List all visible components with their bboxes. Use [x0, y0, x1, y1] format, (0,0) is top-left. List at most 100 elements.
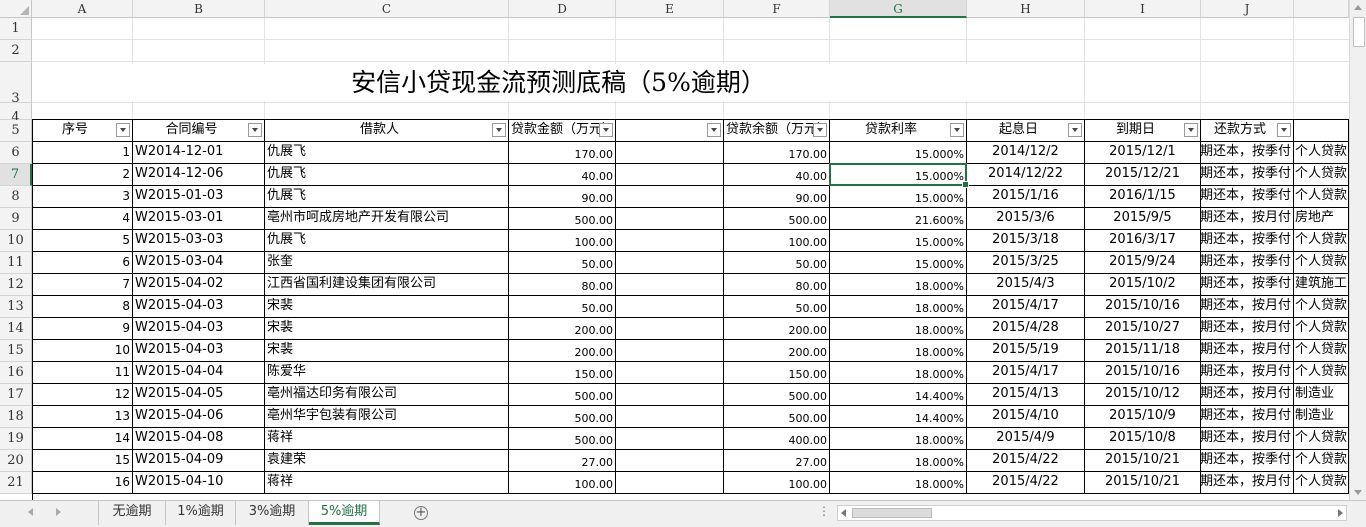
table-cell[interactable]: 27.00	[724, 450, 830, 472]
table-cell[interactable]: 个人贷款	[1294, 252, 1349, 274]
table-cell[interactable]: 100.00	[509, 230, 616, 252]
table-cell[interactable]: 期还本，按月付	[1201, 296, 1294, 318]
table-cell[interactable]: W2014-12-01	[133, 142, 265, 164]
table-cell[interactable]: 个人贷款	[1294, 362, 1349, 384]
column-header-a[interactable]: A	[32, 0, 133, 18]
table-cell[interactable]: 仇展飞	[265, 230, 509, 252]
table-cell[interactable]: 2015/9/5	[1085, 208, 1201, 230]
table-cell[interactable]: 期还本，按月付	[1201, 318, 1294, 340]
table-cell[interactable]: 期还本，按月付	[1201, 472, 1294, 494]
table-cell[interactable]: 制造业	[1294, 406, 1349, 428]
table-cell[interactable]: 亳州华宇包装有限公司	[265, 406, 509, 428]
table-cell[interactable]: 100.00	[724, 472, 830, 494]
table-cell[interactable]	[616, 230, 724, 252]
table-cell[interactable]: 500.00	[724, 406, 830, 428]
table-cell[interactable]: 18.000%	[830, 362, 967, 384]
table-cell[interactable]: 期还本，按季付	[1201, 230, 1294, 252]
table-cell[interactable]	[616, 252, 724, 274]
table-cell[interactable]: 50.00	[724, 296, 830, 318]
column-header-e[interactable]: E	[616, 0, 724, 18]
table-cell[interactable]: W2015-04-04	[133, 362, 265, 384]
table-cell[interactable]: 个人贷款	[1294, 428, 1349, 450]
table-cell[interactable]: 2015/9/24	[1085, 252, 1201, 274]
table-cell[interactable]: 2015/5/19	[967, 340, 1085, 362]
next-sheet-arrow-icon[interactable]	[56, 508, 61, 516]
table-cell[interactable]: 建筑施工	[1294, 274, 1349, 296]
table-cell[interactable]: 500.00	[509, 428, 616, 450]
table-cell[interactable]: 500.00	[724, 384, 830, 406]
spreadsheet-grid[interactable]: A B C D E F G H I J 1 2 3 4 5 6 7 8 9 10 11 12 13 14 15 16 17 18 19 2…	[0, 0, 1349, 500]
table-cell[interactable]: 21.600%	[830, 208, 967, 230]
table-cell[interactable]: 个人贷款	[1294, 164, 1349, 186]
row-header-3[interactable]: 3	[0, 62, 32, 106]
filter-dropdown-icon[interactable]	[492, 123, 506, 137]
table-cell[interactable]: 80.00	[724, 274, 830, 296]
table-cell[interactable]: 150.00	[509, 362, 616, 384]
row-header-1[interactable]: 1	[0, 18, 32, 40]
table-cell[interactable]: 个人贷款	[1294, 142, 1349, 164]
table-cell[interactable]: 2014/12/2	[967, 142, 1085, 164]
table-cell[interactable]: 仇展飞	[265, 164, 509, 186]
table-cell[interactable]: 2015/4/17	[967, 296, 1085, 318]
sheet-tab-3pct-overdue[interactable]: 3%逾期	[236, 501, 309, 525]
table-cell[interactable]: 170.00	[509, 142, 616, 164]
table-cell[interactable]: 陈爱华	[265, 362, 509, 384]
table-cell[interactable]: 2015/3/25	[967, 252, 1085, 274]
select-all-corner[interactable]	[0, 0, 32, 18]
table-cell[interactable]: 期还本，按月付	[1201, 362, 1294, 384]
scroll-down-arrow-icon[interactable]	[1354, 490, 1362, 495]
table-cell[interactable]: 个人贷款	[1294, 318, 1349, 340]
scroll-right-arrow-icon[interactable]	[1338, 509, 1343, 517]
sheet-tab-5pct-overdue[interactable]: 5%逾期	[309, 501, 380, 525]
table-cell[interactable]: 袁建荣	[265, 450, 509, 472]
table-cell[interactable]: 90.00	[509, 186, 616, 208]
table-cell[interactable]	[616, 296, 724, 318]
table-cell[interactable]: 14.400%	[830, 384, 967, 406]
row-header-16[interactable]: 16	[0, 362, 32, 384]
table-cell[interactable]: 2015/10/8	[1085, 428, 1201, 450]
table-cell[interactable]: 400.00	[724, 428, 830, 450]
table-cell[interactable]: W2015-04-03	[133, 296, 265, 318]
table-cell[interactable]: 制造业	[1294, 384, 1349, 406]
table-cell[interactable]: 15	[32, 450, 133, 472]
row-header-5[interactable]: 5	[0, 120, 32, 142]
column-header-c[interactable]: C	[265, 0, 509, 18]
table-cell[interactable]: 2015/4/13	[967, 384, 1085, 406]
row-header-2[interactable]: 2	[0, 40, 32, 62]
table-cell[interactable]: 18.000%	[830, 296, 967, 318]
table-cell[interactable]: W2015-04-08	[133, 428, 265, 450]
add-sheet-icon[interactable]: +	[414, 506, 428, 520]
table-cell[interactable]: 200.00	[509, 318, 616, 340]
table-cell[interactable]: 14	[32, 428, 133, 450]
table-cell[interactable]: 期还本，按季付	[1201, 142, 1294, 164]
table-cell[interactable]: 18.000%	[830, 318, 967, 340]
row-header-17[interactable]: 17	[0, 384, 32, 406]
table-cell[interactable]: 2015/3/18	[967, 230, 1085, 252]
table-cell[interactable]: 2015/10/16	[1085, 362, 1201, 384]
scroll-up-arrow-icon[interactable]	[1354, 5, 1362, 10]
table-cell[interactable]: 2015/12/1	[1085, 142, 1201, 164]
table-cell[interactable]: W2015-04-09	[133, 450, 265, 472]
table-cell[interactable]: 9	[32, 318, 133, 340]
table-cell[interactable]: 2015/4/28	[967, 318, 1085, 340]
table-cell[interactable]: W2015-03-03	[133, 230, 265, 252]
table-cell[interactable]: 2015/10/12	[1085, 384, 1201, 406]
table-cell[interactable]: 宋裴	[265, 296, 509, 318]
table-cell[interactable]: 150.00	[724, 362, 830, 384]
tab-split-handle-icon[interactable]: ⋮	[818, 504, 831, 518]
table-cell[interactable]	[616, 186, 724, 208]
table-cell[interactable]: W2015-04-10	[133, 472, 265, 494]
row-header-4[interactable]: 4	[0, 103, 32, 125]
table-cell[interactable]: 2015/1/16	[967, 186, 1085, 208]
table-cell[interactable]: 2015/11/18	[1085, 340, 1201, 362]
row-header-18[interactable]: 18	[0, 406, 32, 428]
table-cell[interactable]: 500.00	[509, 208, 616, 230]
table-cell[interactable]: 2015/10/21	[1085, 472, 1201, 494]
table-cell[interactable]: 宋裴	[265, 340, 509, 362]
table-cell[interactable]	[616, 384, 724, 406]
table-cell[interactable]: 40.00	[509, 164, 616, 186]
table-cell[interactable]: 2015/4/3	[967, 274, 1085, 296]
column-header-j[interactable]: J	[1201, 0, 1294, 18]
table-cell[interactable]: 蒋祥	[265, 472, 509, 494]
row-header-20[interactable]: 20	[0, 450, 32, 472]
